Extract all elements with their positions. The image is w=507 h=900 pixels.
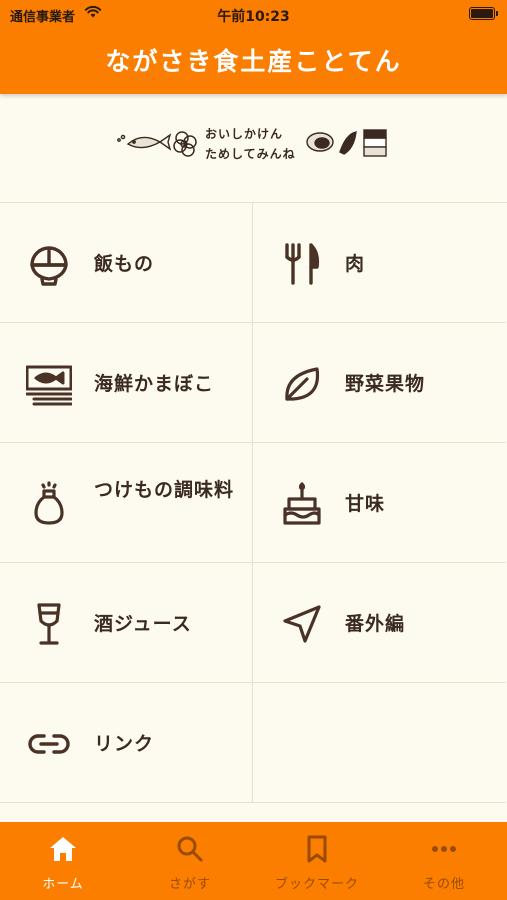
category-label: つけもの調味料 — [94, 479, 235, 501]
tab-bookmark[interactable]: ブックマーク — [254, 822, 380, 900]
home-icon — [50, 837, 76, 861]
category-drinks[interactable]: 酒ジュース — [0, 563, 253, 683]
category-pickles[interactable]: つけもの調味料 — [0, 443, 253, 563]
more-icon — [432, 846, 456, 852]
tab-label: その他 — [422, 877, 465, 892]
fork-knife-icon — [285, 243, 320, 285]
rice-bowl-icon — [30, 246, 68, 286]
fish-sign-icon — [26, 365, 72, 406]
cake-icon — [283, 482, 321, 525]
tab-label: ホーム — [42, 877, 84, 892]
tab-more[interactable]: その他 — [381, 822, 507, 900]
category-label: 野菜果物 — [345, 373, 426, 395]
category-label: 番外編 — [345, 613, 406, 635]
search-icon — [177, 836, 203, 862]
status-time: 午前10:23 — [217, 9, 290, 25]
fish-illustration-icon — [117, 133, 172, 151]
tagline-line2: ためしてみんね — [205, 147, 296, 161]
page-title: ながさき食土産ことてん — [105, 47, 402, 76]
bookmark-icon — [307, 835, 327, 863]
wine-glass-icon — [37, 603, 61, 645]
category-misc[interactable]: 番外編 — [253, 563, 506, 683]
category-label: 肉 — [345, 253, 366, 275]
category-grid: 飯もの 肉 海鮮かまぼこ 野菜果物 つけもの調味料 甘味 酒ジュース 番外編 リ… — [0, 202, 507, 805]
seasoning-bottle-icon — [34, 481, 64, 525]
tab-search[interactable]: さがす — [127, 822, 253, 900]
tab-label: ブックマーク — [274, 877, 359, 892]
category-links[interactable]: リンク — [0, 683, 253, 803]
app-header: 通信事業者 午前10:23 ながさき食土産ことてん — [0, 0, 507, 94]
sweets-illustration-icon — [306, 129, 387, 157]
category-vegetables[interactable]: 野菜果物 — [253, 323, 506, 443]
tab-home[interactable]: ホーム — [0, 822, 126, 900]
category-sweets[interactable]: 甘味 — [253, 443, 506, 563]
battery-icon — [469, 7, 498, 20]
category-label: 飯もの — [94, 253, 155, 275]
category-label: リンク — [94, 733, 155, 755]
category-seafood[interactable]: 海鮮かまぼこ — [0, 323, 253, 443]
category-meat[interactable]: 肉 — [253, 203, 506, 323]
noodle-knot-icon — [173, 131, 197, 157]
leaf-icon — [285, 367, 320, 401]
tab-bar: ホーム さがす ブックマーク その他 — [0, 822, 507, 900]
empty-cell — [253, 683, 506, 803]
tagline-line1: おいしかけん — [205, 127, 284, 141]
status-bar: 通信事業者 午前10:23 — [0, 0, 507, 30]
location-arrow-icon — [283, 605, 321, 643]
banner-tagline: おいしかけん ためしてみんね — [205, 124, 305, 164]
category-label: 甘味 — [345, 493, 386, 515]
link-icon — [28, 734, 70, 754]
category-label: 海鮮かまぼこ — [94, 373, 215, 395]
tab-label: さがす — [168, 877, 211, 892]
category-label: 酒ジュース — [94, 613, 192, 635]
category-rice[interactable]: 飯もの — [0, 203, 253, 323]
